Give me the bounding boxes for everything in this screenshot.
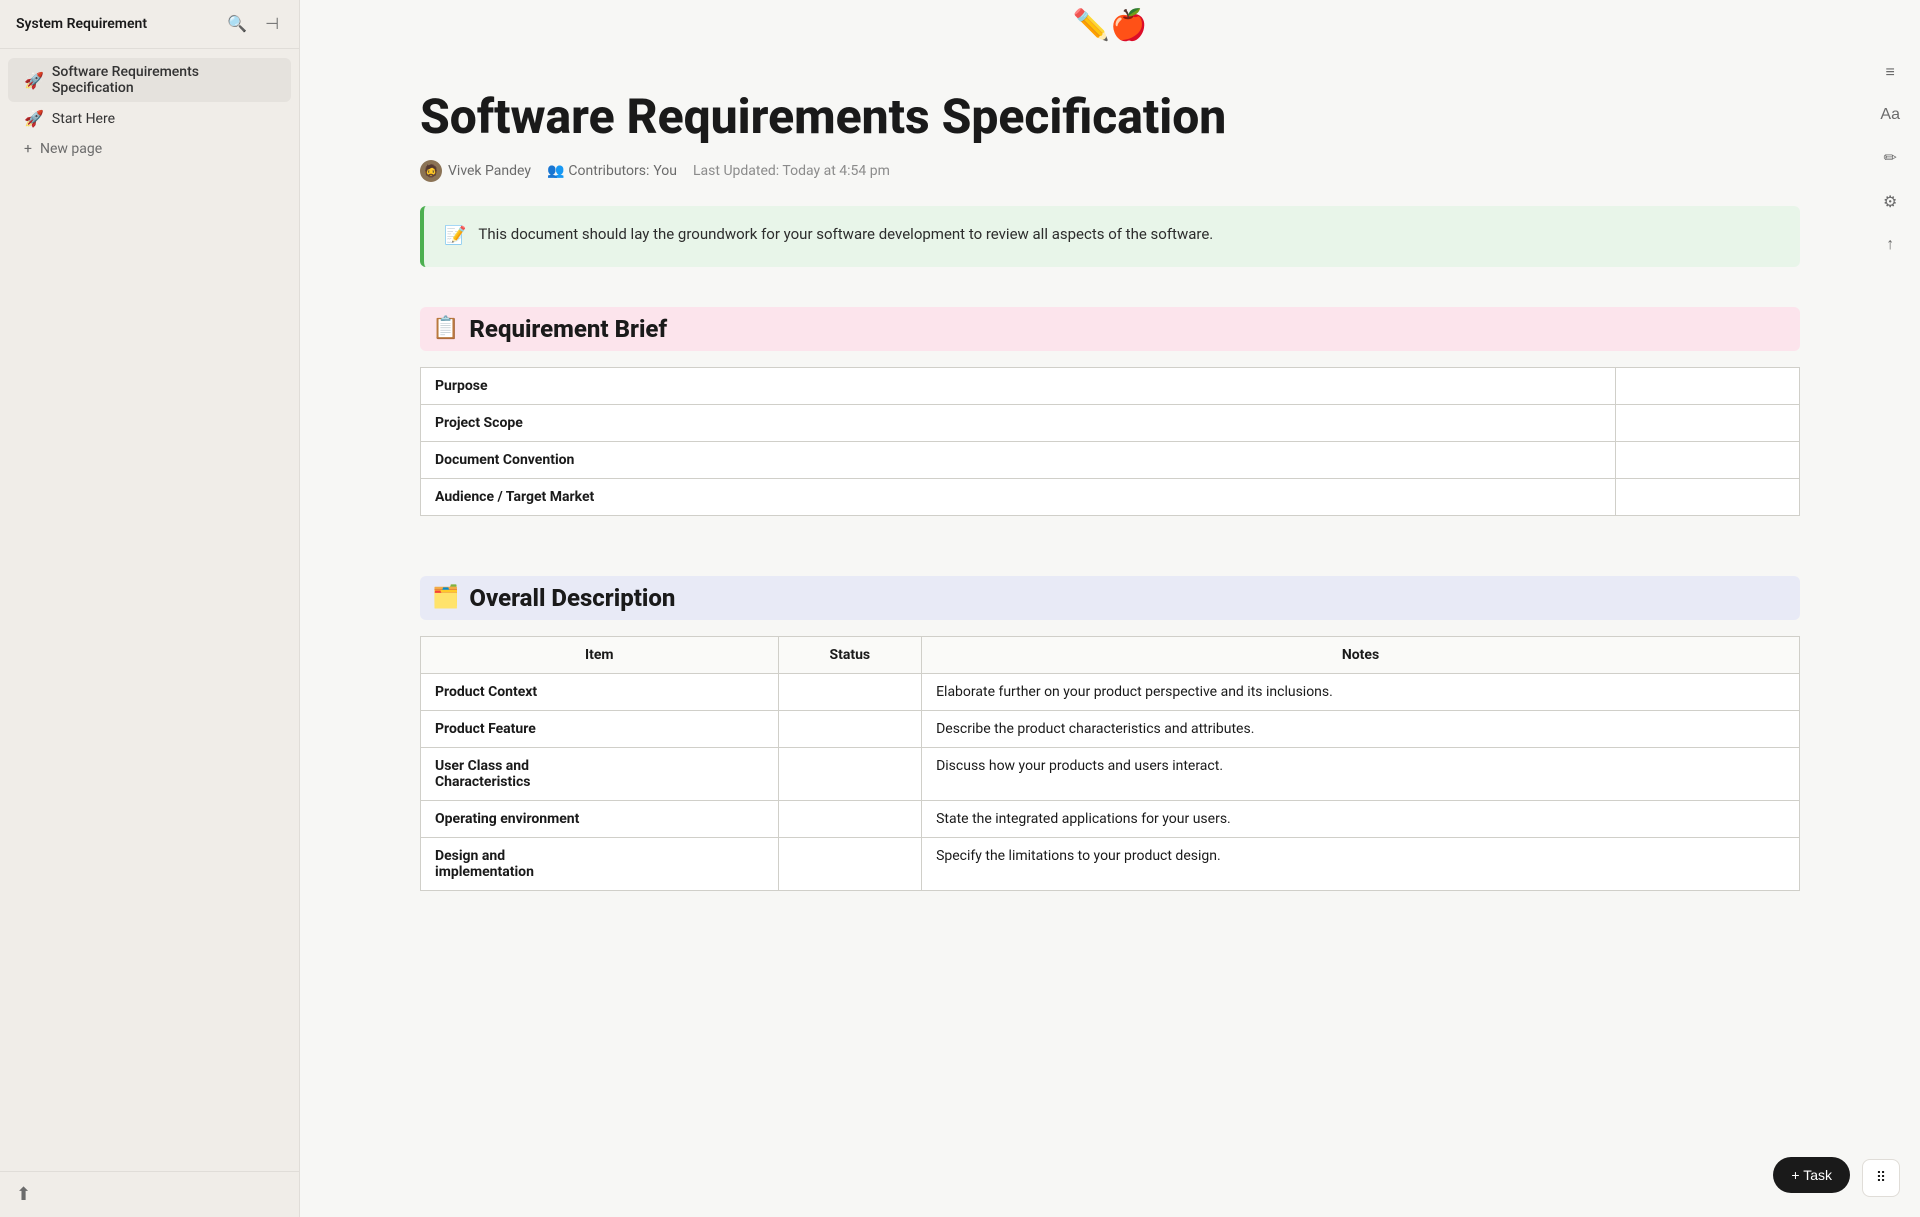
requirement-brief-table: Purpose Project Scope Document Conventio… [420,367,1800,516]
table-cell-item[interactable]: Product Feature [421,710,779,747]
table-header-row: Item Status Notes [421,636,1800,673]
content-area: Software Requirements Specification 🧔 Vi… [300,51,1920,1217]
page-meta: 🧔 Vivek Pandey 👥 Contributors: You Last … [420,160,1800,182]
last-updated-label: Last Updated: [693,163,779,179]
callout-text: This document should lay the groundwork … [478,222,1213,246]
share-button[interactable]: ↑ [1882,232,1898,258]
settings-button[interactable]: ⚙ [1879,188,1901,216]
col-header-status: Status [778,636,922,673]
last-updated-value: Today at 4:54 pm [782,163,889,179]
sidebar-item-icon-start: 🚀 [24,109,44,128]
page-title: Software Requirements Specification [420,91,1800,144]
top-emoji-bar: ✏️🍎 [300,0,1920,51]
table-row: Design andimplementation Specify the lim… [421,837,1800,890]
table-cell-item[interactable]: Operating environment [421,800,779,837]
section-title-brief: Requirement Brief [469,315,667,343]
table-cell-status[interactable] [778,800,922,837]
sidebar-item-start[interactable]: 🚀 Start Here [8,103,291,134]
add-page-button[interactable]: + New page [8,135,291,163]
table-row: User Class andCharacteristics Discuss ho… [421,747,1800,800]
table-cell-value[interactable] [1615,441,1799,478]
contributors-value: You [653,163,677,179]
export-icon: ↑ [1886,236,1894,253]
table-cell-label[interactable]: Audience / Target Market [421,478,1616,515]
table-cell-value[interactable] [1615,367,1799,404]
font-icon: Aa [1880,106,1900,123]
sidebar-header: System Requirement 🔍 ⊣ [0,0,299,49]
table-row: Purpose [421,367,1800,404]
table-cell-status[interactable] [778,747,922,800]
grid-icon: ⠿ [1876,1170,1886,1186]
table-cell-notes[interactable]: Describe the product characteristics and… [922,710,1800,747]
edit-button[interactable]: ✏ [1880,144,1901,172]
contributors-icon: 👥 [547,163,564,179]
add-icon: + [24,141,32,157]
search-button[interactable]: 🔍 [223,12,251,36]
last-updated: Last Updated: Today at 4:54 pm [693,163,890,179]
section-title-overall: Overall Description [469,584,675,612]
sidebar-nav: 🚀 Software Requirements Specification 🚀 … [0,49,299,172]
table-cell-item[interactable]: User Class andCharacteristics [421,747,779,800]
table-cell-status[interactable] [778,837,922,890]
section-emoji-overall: 🗂️ [432,585,459,610]
sidebar: System Requirement 🔍 ⊣ 🚀 Software Requir… [0,0,300,1217]
table-cell-item[interactable]: Product Context [421,673,779,710]
toc-button[interactable]: ≡ [1882,60,1899,86]
table-row: Document Convention [421,441,1800,478]
callout-icon: 📝 [444,222,466,251]
sidebar-item-label-srs: Software Requirements Specification [52,64,275,96]
table-cell-status[interactable] [778,710,922,747]
table-cell-value[interactable] [1615,404,1799,441]
gear-icon: ⚙ [1883,194,1897,211]
table-cell-value[interactable] [1615,478,1799,515]
contributors-info: 👥 Contributors: You [547,163,677,179]
contributors-label: Contributors: [568,163,649,179]
section-overall-description-heading: 🗂️ Overall Description [420,576,1800,620]
main-content: ✏️🍎 Software Requirements Specification … [300,0,1920,1217]
table-cell-label[interactable]: Project Scope [421,404,1616,441]
author-info: 🧔 Vivek Pandey [420,160,531,182]
sidebar-footer: ⬆ [0,1171,299,1217]
col-header-item: Item [421,636,779,673]
top-emoji: ✏️🍎 [1073,8,1148,43]
table-row: Product Feature Describe the product cha… [421,710,1800,747]
callout-box: 📝 This document should lay the groundwor… [420,206,1800,267]
col-header-notes: Notes [922,636,1800,673]
sidebar-item-label-start: Start Here [52,111,275,127]
sidebar-item-srs[interactable]: 🚀 Software Requirements Specification [8,58,291,102]
table-cell-label[interactable]: Document Convention [421,441,1616,478]
task-button[interactable]: + Task [1773,1157,1850,1193]
table-cell-label[interactable]: Purpose [421,367,1616,404]
table-cell-notes[interactable]: Elaborate further on your product perspe… [922,673,1800,710]
table-row: Audience / Target Market [421,478,1800,515]
sidebar-title: System Requirement [16,16,147,32]
table-cell-status[interactable] [778,673,922,710]
font-button[interactable]: Aa [1876,102,1904,128]
export-sidebar-button[interactable]: ⬆ [16,1184,31,1205]
table-cell-notes[interactable]: State the integrated applications for yo… [922,800,1800,837]
table-row: Operating environment State the integrat… [421,800,1800,837]
table-row: Project Scope [421,404,1800,441]
edit-icon: ✏ [1884,150,1897,167]
add-page-label: New page [40,141,102,157]
author-name: Vivek Pandey [448,163,531,179]
sidebar-item-icon-srs: 🚀 [24,71,44,90]
grid-button[interactable]: ⠿ [1862,1159,1900,1197]
right-panel: ≡ Aa ✏ ⚙ ↑ [1876,60,1904,258]
task-button-label: + Task [1791,1167,1832,1183]
collapse-button[interactable]: ⊣ [261,12,283,36]
table-cell-notes[interactable]: Specify the limitations to your product … [922,837,1800,890]
list-icon: ≡ [1886,64,1895,81]
avatar-text: 🧔 [424,164,439,178]
overall-description-table: Item Status Notes Product Context Elabor… [420,636,1800,891]
table-row: Product Context Elaborate further on you… [421,673,1800,710]
section-requirement-brief-heading: 📋 Requirement Brief [420,307,1800,351]
section-emoji-brief: 📋 [432,316,459,341]
avatar: 🧔 [420,160,442,182]
table-cell-notes[interactable]: Discuss how your products and users inte… [922,747,1800,800]
table-cell-item[interactable]: Design andimplementation [421,837,779,890]
sidebar-header-icons: 🔍 ⊣ [223,12,283,36]
